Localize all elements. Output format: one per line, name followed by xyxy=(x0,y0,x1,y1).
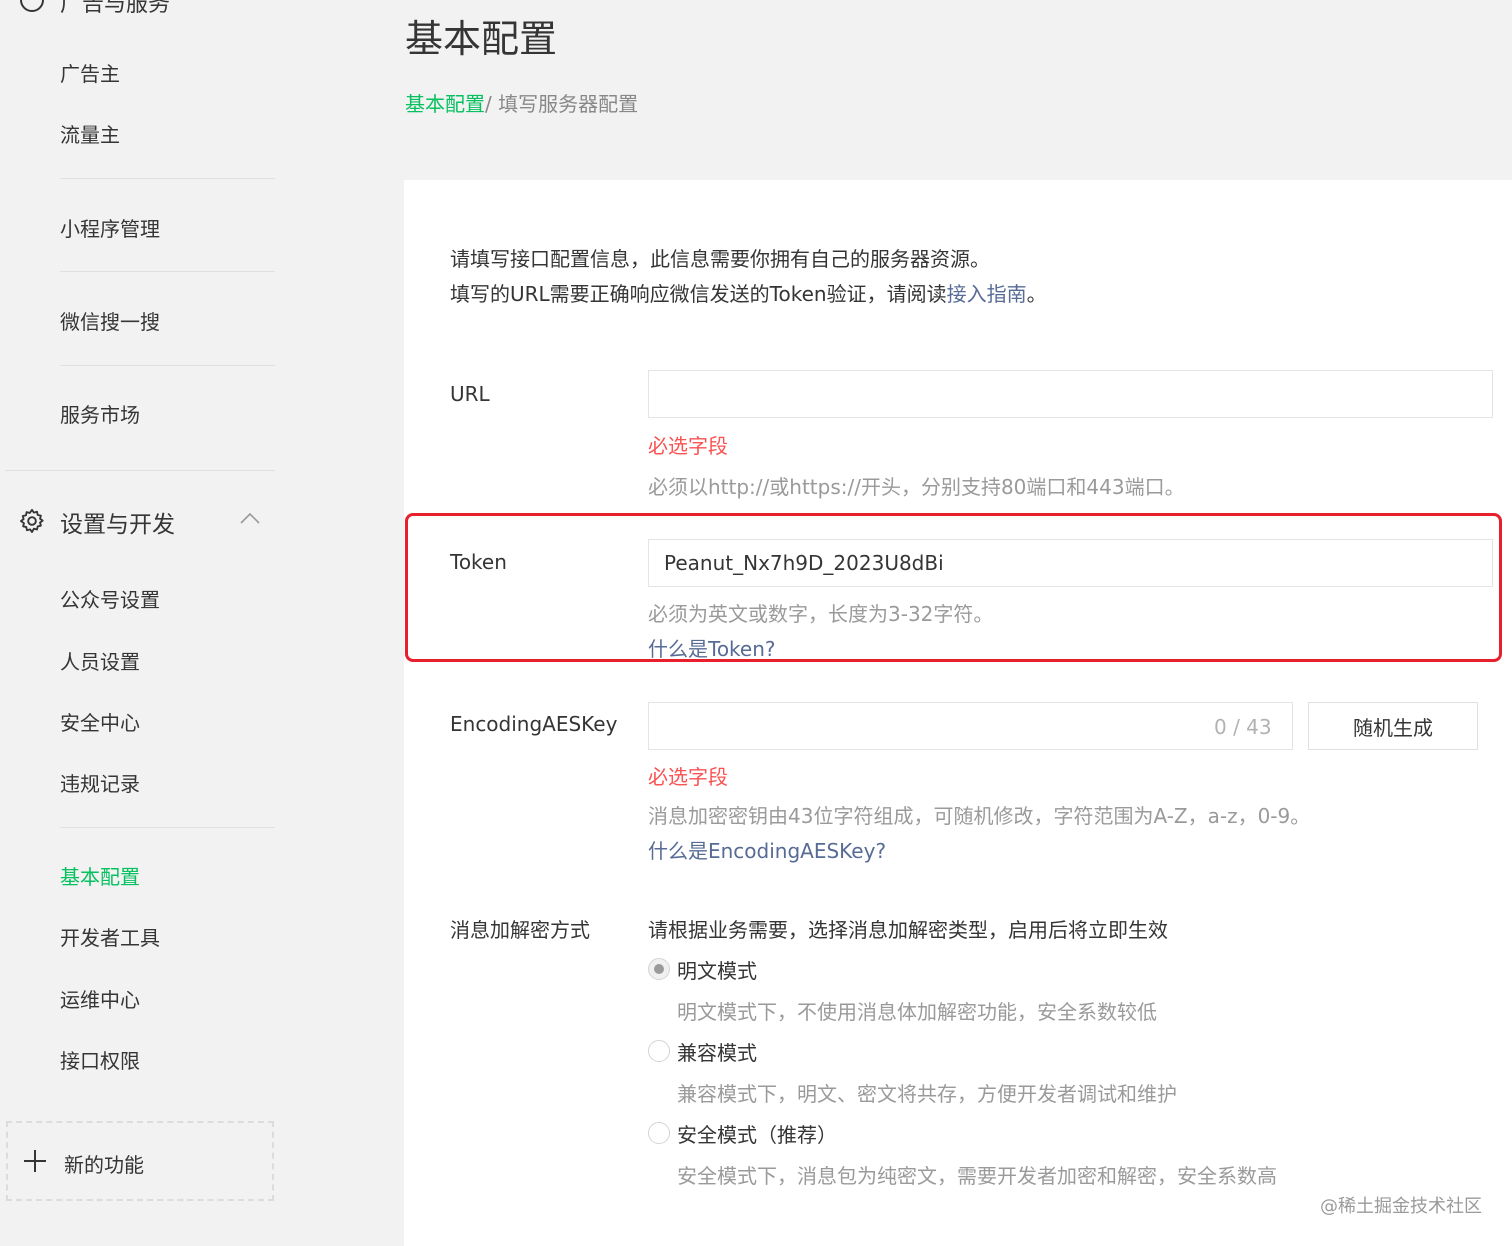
divider xyxy=(5,470,275,471)
url-hint: 必须以http://或https://开头，分别支持80端口和443端口。 xyxy=(648,475,1185,499)
sidebar-section-settings-dev[interactable]: 设置与开发 xyxy=(18,503,273,539)
sidebar-item-ops-center[interactable]: 运维中心 xyxy=(60,984,140,1013)
new-function-button[interactable]: 新的功能 xyxy=(6,1121,274,1201)
intro-line-2: 填写的URL需要正确响应微信发送的Token验证，请阅读接入指南。 xyxy=(450,277,1047,312)
ad-service-icon xyxy=(20,0,44,12)
url-input[interactable] xyxy=(648,370,1493,418)
plus-icon xyxy=(24,1150,46,1172)
aes-key-hint: 消息加密密钥由43位字符组成，可随机修改，字符范围为A-Z，a-z，0-9。 xyxy=(648,804,1311,828)
what-is-aes-key-link[interactable]: 什么是EncodingAESKey? xyxy=(648,835,886,864)
sidebar-item-violation-records[interactable]: 违规记录 xyxy=(60,768,140,797)
divider xyxy=(60,271,275,272)
divider xyxy=(60,178,275,179)
aes-key-input[interactable] xyxy=(648,702,1293,750)
compatible-mode-hint: 兼容模式下，明文、密文将共存，方便开发者调试和维护 xyxy=(677,1082,1177,1106)
sidebar-item-security-center[interactable]: 安全中心 xyxy=(60,707,140,736)
config-panel: 请填写接口配置信息，此信息需要你拥有自己的服务器资源。 填写的URL需要正确响应… xyxy=(404,180,1512,1246)
page-title: 基本配置 xyxy=(405,17,558,61)
access-guide-link[interactable]: 接入指南 xyxy=(947,282,1027,306)
watermark: @稀土掘金技术社区 xyxy=(1320,1196,1482,1217)
sidebar: 广告与服务 广告主 流量主 小程序管理 微信搜一搜 服务市场 设置与开发 公众号… xyxy=(0,0,290,1246)
url-label: URL xyxy=(450,382,490,406)
url-error: 必选字段 xyxy=(648,434,728,458)
divider xyxy=(60,365,275,366)
radio-unchecked-icon xyxy=(648,1040,670,1062)
chevron-up-icon xyxy=(240,512,260,524)
intro-line-2-text: 填写的URL需要正确响应微信发送的Token验证，请阅读 xyxy=(450,282,947,306)
aes-key-counter: 0 / 43 xyxy=(1214,715,1272,739)
encryption-mode-desc: 请根据业务需要，选择消息加解密类型，启用后将立即生效 xyxy=(648,918,1168,942)
random-generate-button[interactable]: 随机生成 xyxy=(1308,702,1478,750)
radio-plaintext-label: 明文模式 xyxy=(677,959,757,983)
sidebar-item-api-permissions[interactable]: 接口权限 xyxy=(60,1045,140,1074)
radio-unchecked-icon xyxy=(648,1122,670,1144)
sidebar-item-advertiser[interactable]: 广告主 xyxy=(60,58,120,87)
token-highlight-box xyxy=(405,513,1502,662)
sidebar-item-wechat-search[interactable]: 微信搜一搜 xyxy=(60,306,160,335)
sidebar-item-mini-program[interactable]: 小程序管理 xyxy=(60,213,160,242)
aes-key-label: EncodingAESKey xyxy=(450,712,618,736)
intro-text: 请填写接口配置信息，此信息需要你拥有自己的服务器资源。 填写的URL需要正确响应… xyxy=(450,242,1047,312)
encryption-mode-label: 消息加解密方式 xyxy=(450,918,590,942)
breadcrumb: 基本配置/ 填写服务器配置 xyxy=(405,88,638,117)
sidebar-item-member-settings[interactable]: 人员设置 xyxy=(60,646,140,675)
aes-key-error: 必选字段 xyxy=(648,765,728,789)
radio-secure-label: 安全模式（推荐） xyxy=(677,1123,837,1147)
gear-icon xyxy=(19,508,44,534)
sidebar-section-title: 设置与开发 xyxy=(60,512,175,538)
sidebar-item-account-settings[interactable]: 公众号设置 xyxy=(60,584,160,613)
radio-compatible-label: 兼容模式 xyxy=(677,1041,757,1065)
sidebar-item-service-market[interactable]: 服务市场 xyxy=(60,399,140,428)
new-function-label: 新的功能 xyxy=(64,1153,144,1177)
sidebar-item-basic-config[interactable]: 基本配置 xyxy=(60,861,140,890)
breadcrumb-current: / 填写服务器配置 xyxy=(485,92,639,116)
radio-checked-icon xyxy=(648,958,670,980)
plaintext-mode-hint: 明文模式下，不使用消息体加解密功能，安全系数较低 xyxy=(677,1000,1157,1024)
intro-line-2-suffix: 。 xyxy=(1026,282,1047,306)
sidebar-item-publisher[interactable]: 流量主 xyxy=(60,119,120,148)
sidebar-item-developer-tools[interactable]: 开发者工具 xyxy=(60,922,160,951)
divider xyxy=(60,827,275,828)
sidebar-section-ads[interactable]: 广告与服务 xyxy=(60,0,170,18)
secure-mode-hint: 安全模式下，消息包为纯密文，需要开发者加密和解密，安全系数高 xyxy=(677,1164,1277,1188)
breadcrumb-link-basic-config[interactable]: 基本配置 xyxy=(405,92,485,116)
intro-line-1: 请填写接口配置信息，此信息需要你拥有自己的服务器资源。 xyxy=(450,247,990,271)
